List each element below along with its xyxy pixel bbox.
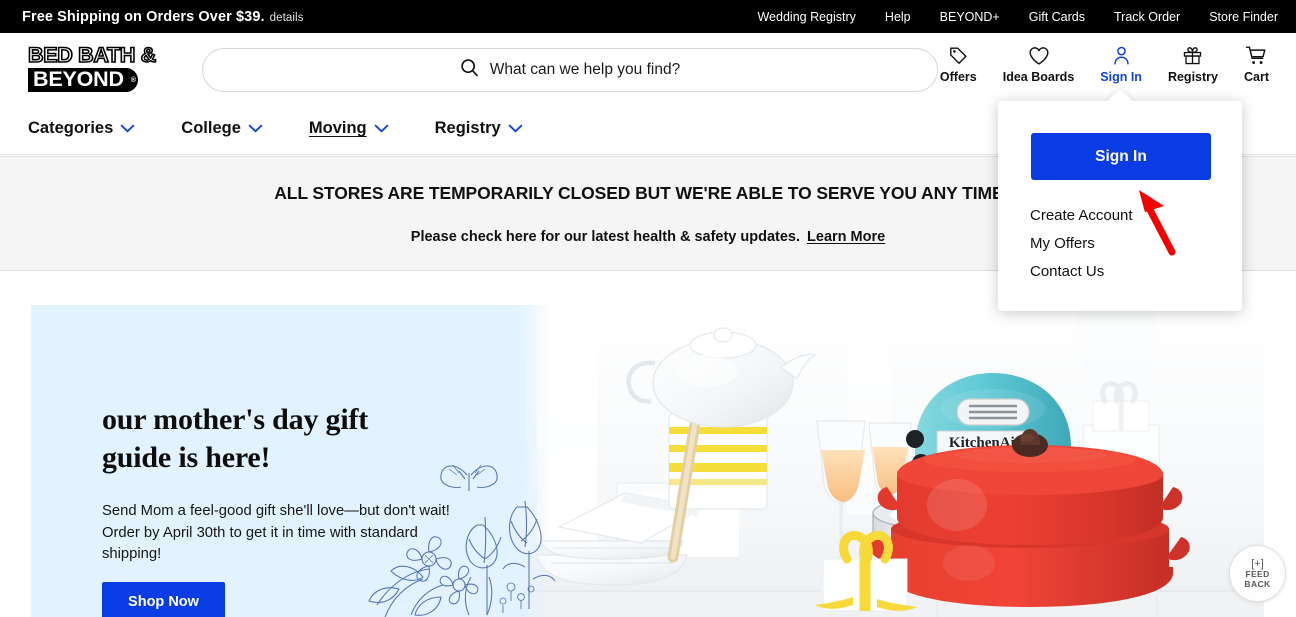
feedback-widget-button[interactable]: [+] FEED BACK [1229,545,1286,602]
chevron-down-icon [248,119,263,138]
logo-registered-mark: ® [130,76,136,84]
sign-in-dropdown-links: Create Account My Offers Contact Us [1030,207,1133,280]
free-shipping-text: Free Shipping on Orders Over $39. [22,8,265,25]
search-bar[interactable]: What can we help you find? [202,48,938,92]
header-action-idea-boards[interactable]: Idea Boards [990,44,1088,84]
header-action-label-cart: Cart [1243,70,1269,84]
hero-product-image: KitchenAid [517,305,1264,617]
dropdown-link-my-offers[interactable]: My Offers [1030,235,1133,252]
sign-in-dropdown: Sign In Create Account My Offers Contact… [998,101,1242,311]
banner-subline-text: Please check here for our latest health … [410,229,801,245]
search-input[interactable]: What can we help you find? [490,61,680,79]
free-shipping-message: Free Shipping on Orders Over $39. details [22,9,304,25]
header-action-sign-in[interactable]: Sign In [1087,44,1155,84]
banner-learn-more-link[interactable]: Learn More [807,229,885,245]
header-action-offers[interactable]: Offers [927,44,990,84]
nav-item-moving[interactable]: Moving [309,119,389,138]
header-action-cart[interactable]: Cart [1231,44,1282,84]
tag-icon [948,44,969,66]
chevron-down-icon [374,119,389,138]
utility-link-track-order[interactable]: Track Order [1114,10,1180,24]
shop-now-button[interactable]: Shop Now [102,582,225,617]
nav-label-college: College [181,119,241,137]
site-logo[interactable]: BED BATH & BEYOND ® [27,42,176,92]
nav-label-categories: Categories [28,119,114,137]
nav-item-registry[interactable]: Registry [435,119,523,138]
heart-icon [1028,44,1050,66]
dropdown-link-create-account[interactable]: Create Account [1030,207,1133,224]
feedback-label-line-2: BACK [1244,578,1271,589]
header-action-label-registry: Registry [1167,70,1218,84]
chevron-down-icon [120,119,135,138]
utility-link-wedding-registry[interactable]: Wedding Registry [757,10,855,24]
logo-beyond-text: BEYOND [33,66,124,91]
hero-heading: our mother's day gift guide is here! [102,401,368,477]
utility-link-help[interactable]: Help [885,10,911,24]
logo-line-1: BED BATH & [27,42,157,67]
person-icon [1111,44,1132,66]
search-inner: What can we help you find? [460,58,680,82]
nav-label-registry: Registry [434,119,501,137]
utility-bar: Free Shipping on Orders Over $39. details… [0,0,1296,33]
header-action-registry[interactable]: Registry [1155,44,1231,84]
nav-label-moving: Moving [308,119,367,137]
search-icon [460,58,479,82]
header-action-label-offers: Offers [939,70,977,84]
shipping-details-link[interactable]: details [270,12,304,24]
nav-item-college[interactable]: College [181,119,263,138]
header-actions: Offers Idea Boards Sign In Registry Cart [927,44,1282,84]
hero-banner[interactable]: KitchenAid our mother's day gift guide i… [31,305,1264,617]
hero-subtext: Send Mom a feel-good gift she'll love—bu… [102,503,450,562]
header-action-label-sign-in: Sign In [1100,70,1142,84]
utility-links: Wedding Registry Help BEYOND+ Gift Cards… [757,10,1278,24]
chevron-down-icon [508,119,523,138]
page-root: Free Shipping on Orders Over $39. details… [0,0,1296,617]
cart-icon [1245,44,1267,66]
utility-link-beyond-plus[interactable]: BEYOND+ [940,10,1000,24]
logo-line-2: BEYOND ® [28,66,138,92]
hero-text-panel: our mother's day gift guide is here! Sen… [31,305,517,617]
utility-link-store-finder[interactable]: Store Finder [1209,10,1278,24]
sign-in-button[interactable]: Sign In [1031,133,1211,180]
nav-item-categories[interactable]: Categories [28,119,135,138]
hero-heading-line-2: guide is here! [102,441,271,474]
utility-link-gift-cards[interactable]: Gift Cards [1029,10,1085,24]
hero-heading-line-1: our mother's day gift [102,403,369,436]
gift-icon [1182,44,1203,66]
header-action-label-idea-boards: Idea Boards [1002,70,1075,84]
dropdown-link-contact-us[interactable]: Contact Us [1030,263,1133,280]
